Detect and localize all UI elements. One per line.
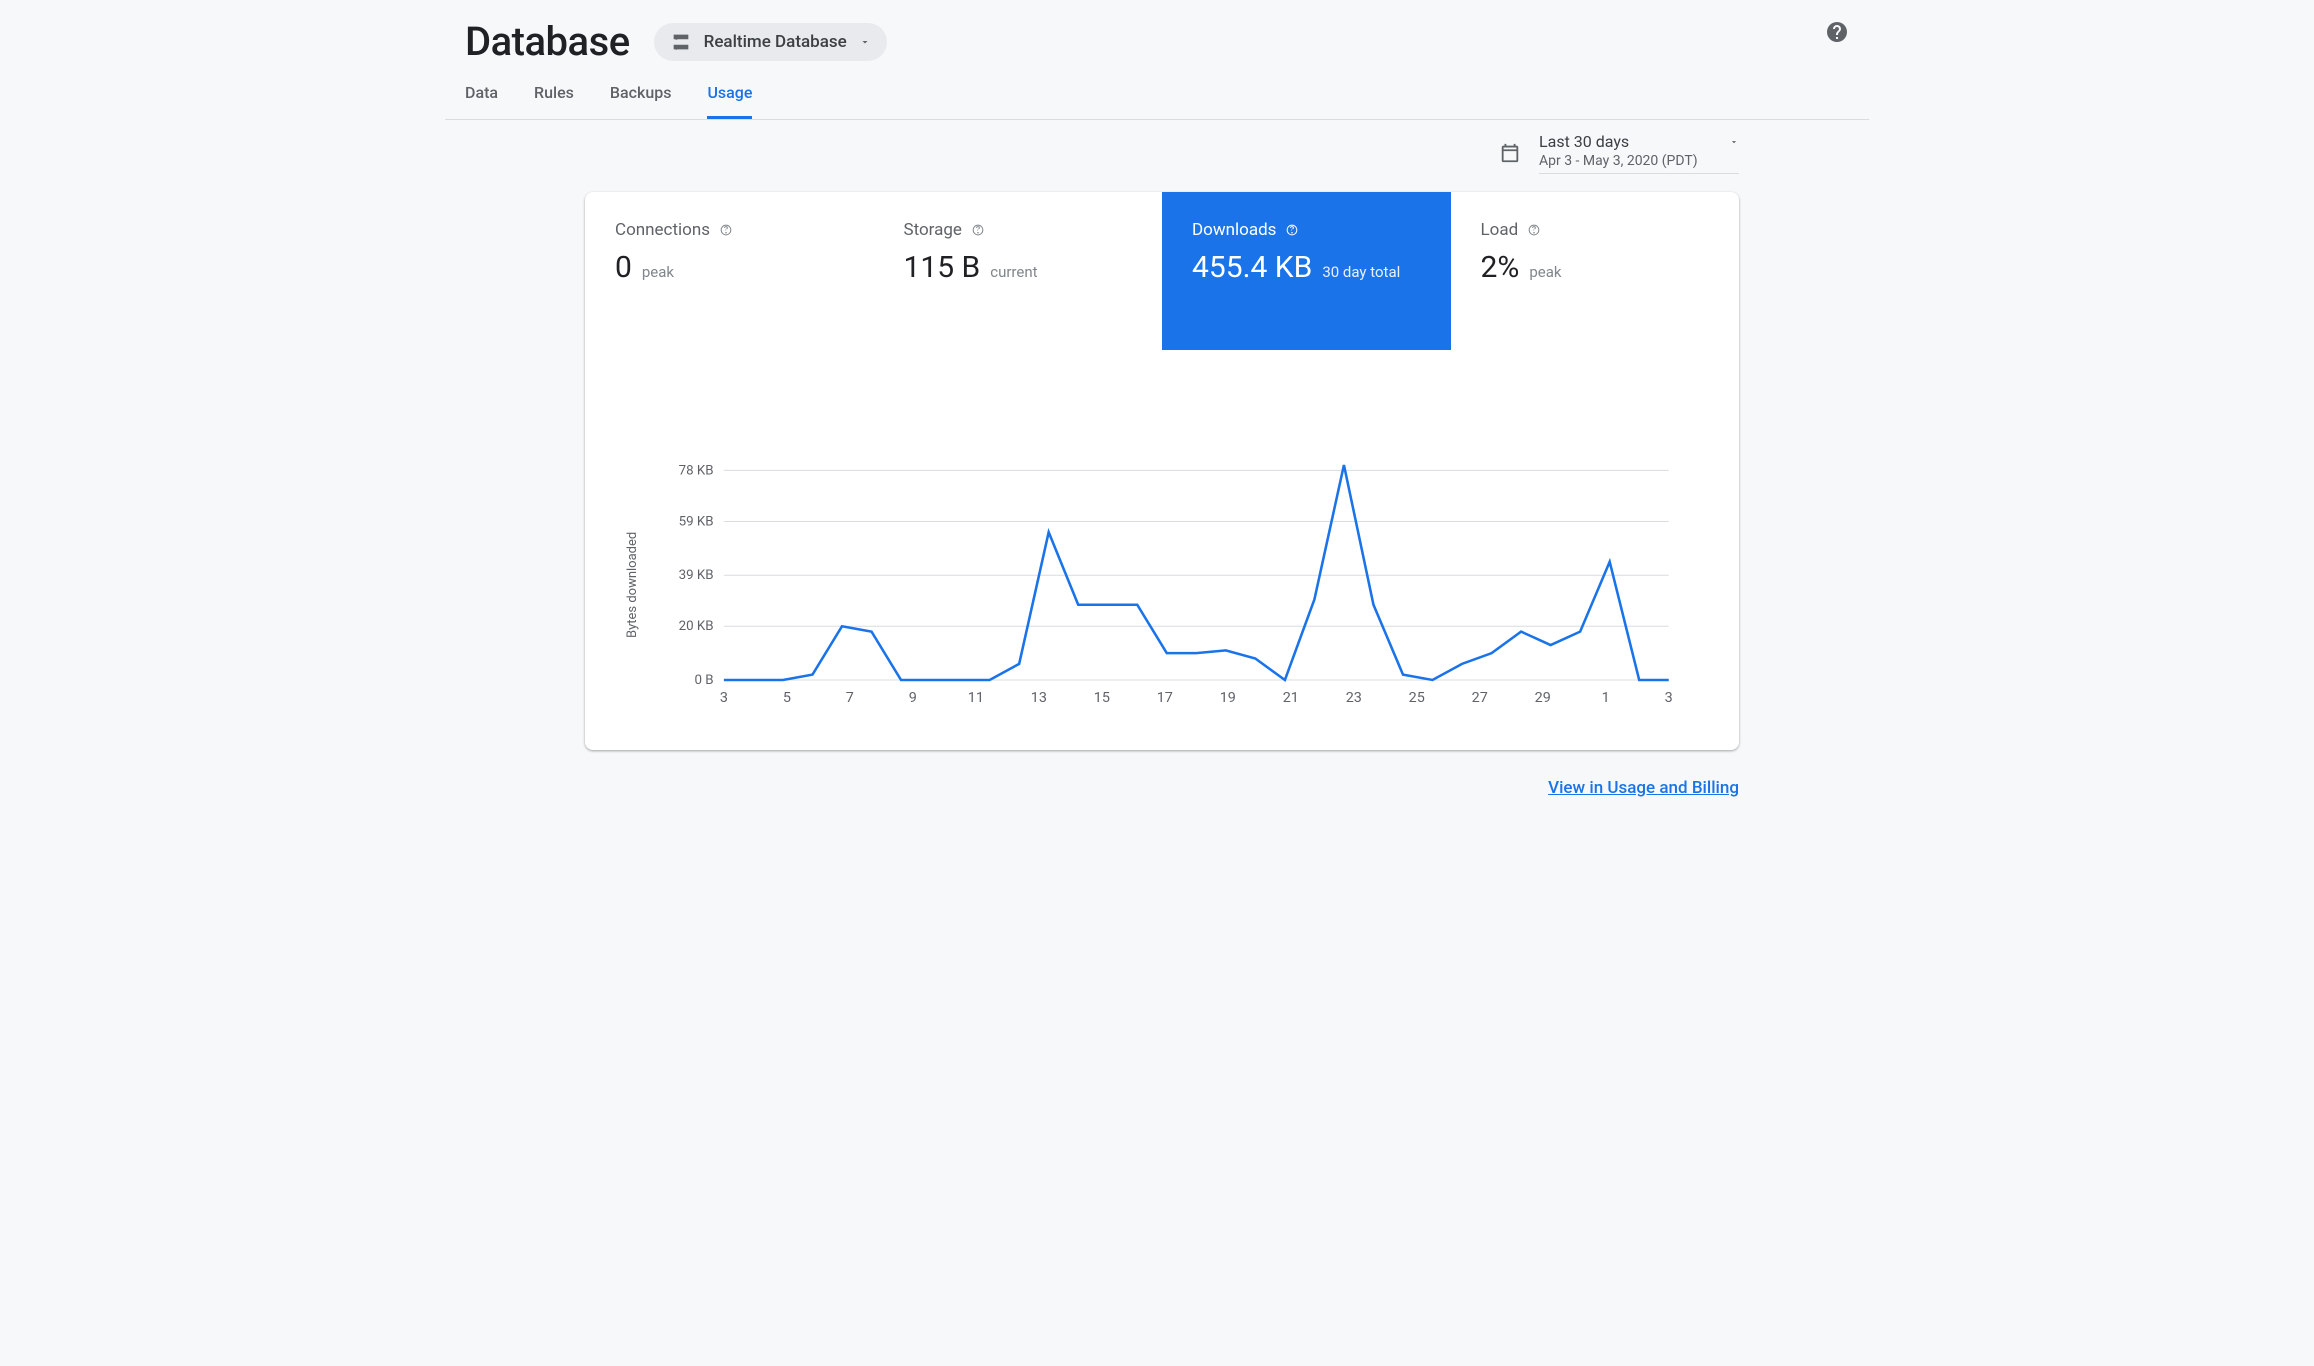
tab-backups[interactable]: Backups [610,83,672,119]
stat-title: Storage [904,220,962,240]
svg-text:19: 19 [1220,690,1236,706]
tab-rules[interactable]: Rules [534,83,574,119]
view-usage-billing-link[interactable]: View in Usage and Billing [1548,778,1739,798]
tabs: Data Rules Backups Usage [445,65,1869,120]
stat-downloads[interactable]: Downloads 455.4 KB 30 day total [1162,192,1451,350]
database-icon [670,31,692,53]
chart-area: Bytes downloaded 0 B 20 KB 39 KB 59 KB 78 KB… [585,350,1739,750]
help-icon[interactable] [1526,222,1542,238]
stat-sublabel: peak [1529,263,1561,281]
help-icon [1825,20,1849,44]
help-icon[interactable] [718,222,734,238]
stat-sublabel: 30 day total [1322,263,1400,281]
svg-text:20 KB: 20 KB [679,619,714,634]
date-range-value: Apr 3 - May 3, 2020 (PDT) [1539,153,1739,169]
svg-text:3: 3 [720,690,728,706]
stat-title: Downloads [1192,220,1276,240]
database-selector[interactable]: Realtime Database [654,23,887,61]
stat-load[interactable]: Load 2% peak [1451,192,1740,350]
tab-usage[interactable]: Usage [707,83,752,119]
svg-text:21: 21 [1283,690,1299,706]
svg-text:9: 9 [909,690,917,706]
svg-text:29: 29 [1535,690,1551,706]
svg-text:3: 3 [1665,690,1673,706]
database-selector-label: Realtime Database [704,32,847,52]
date-range-label: Last 30 days [1539,132,1629,151]
stat-value: 0 [615,250,632,285]
svg-text:78 KB: 78 KB [679,464,714,479]
downloads-chart: 0 B20 KB39 KB59 KB78 KB35791113151719212… [652,460,1679,710]
svg-text:17: 17 [1157,690,1173,706]
stat-title: Connections [615,220,710,240]
page-title: Database [465,18,630,65]
date-range-selector[interactable]: Last 30 days Apr 3 - May 3, 2020 (PDT) [1539,132,1739,174]
svg-text:59 KB: 59 KB [679,515,714,530]
svg-text:0 B: 0 B [695,673,714,688]
help-button[interactable] [1825,20,1849,44]
stat-sublabel: current [990,263,1037,281]
calendar-icon [1499,142,1521,164]
stat-connections[interactable]: Connections 0 peak [585,192,874,350]
svg-text:25: 25 [1409,690,1425,706]
stat-title: Load [1481,220,1519,240]
chart-y-axis-label: Bytes downloaded [625,460,640,710]
stat-sublabel: peak [642,263,674,281]
stats-row: Connections 0 peak Storage 115 B current [585,192,1739,350]
svg-text:7: 7 [846,690,854,706]
svg-text:13: 13 [1031,690,1047,706]
help-icon[interactable] [970,222,986,238]
svg-text:15: 15 [1094,690,1110,706]
stat-value: 115 B [904,250,981,285]
svg-text:5: 5 [783,690,791,706]
svg-text:39 KB: 39 KB [679,568,714,583]
stat-storage[interactable]: Storage 115 B current [874,192,1163,350]
stat-value: 455.4 KB [1192,250,1312,285]
stat-value: 2% [1481,250,1520,285]
usage-card: Connections 0 peak Storage 115 B current [585,192,1739,750]
chevron-down-icon [1729,137,1739,147]
svg-text:1: 1 [1602,690,1610,706]
help-icon[interactable] [1284,222,1300,238]
chevron-down-icon [859,36,871,48]
tab-data[interactable]: Data [465,83,498,119]
svg-text:11: 11 [968,690,984,706]
svg-text:23: 23 [1346,690,1362,706]
svg-text:27: 27 [1472,690,1488,706]
